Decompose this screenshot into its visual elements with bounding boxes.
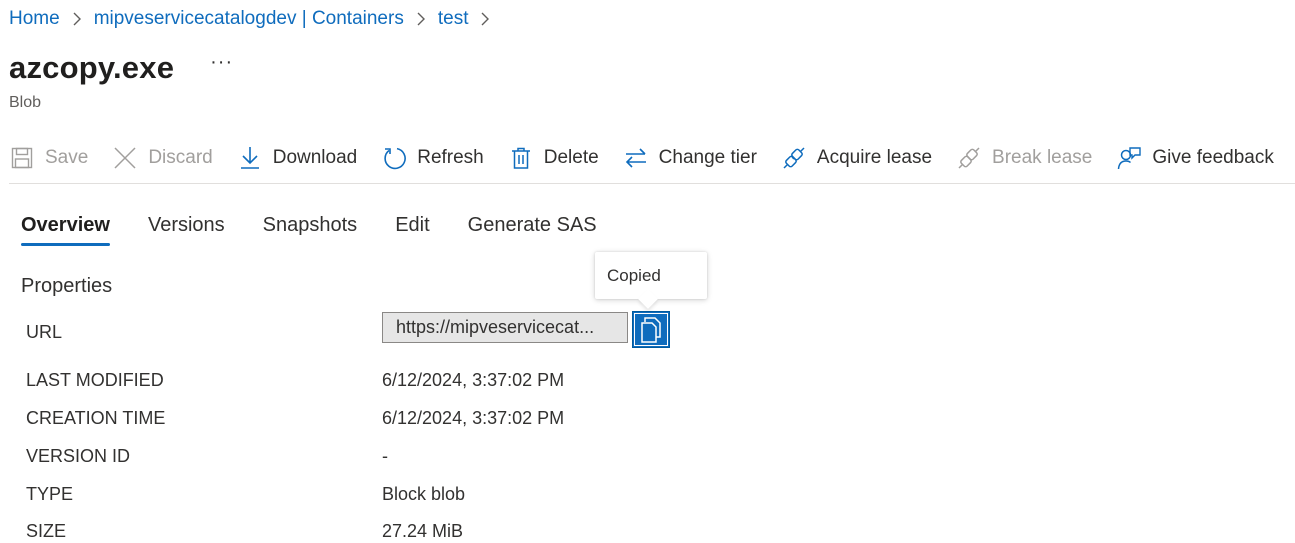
save-label: Save xyxy=(45,146,89,168)
download-button[interactable]: Download xyxy=(237,145,358,171)
tab-versions[interactable]: Versions xyxy=(148,214,225,246)
break-lease-button[interactable]: Break lease xyxy=(956,145,1092,171)
chevron-right-icon xyxy=(416,12,426,26)
trash-icon xyxy=(508,145,534,171)
type-value: Block blob xyxy=(382,484,466,504)
breadcrumb-home[interactable]: Home xyxy=(9,8,60,30)
last-modified-label: LAST MODIFIED xyxy=(26,370,164,390)
version-id-value: - xyxy=(382,446,388,466)
refresh-button[interactable]: Refresh xyxy=(381,145,484,171)
properties-heading: Properties xyxy=(21,275,113,297)
blob-overview-page: Home mipveservicecatalogdev | Containers… xyxy=(0,0,1295,543)
download-icon xyxy=(237,145,263,171)
tab-snapshots[interactable]: Snapshots xyxy=(263,214,358,246)
breadcrumb-test[interactable]: test xyxy=(438,8,469,30)
breadcrumb: Home mipveservicecatalogdev | Containers… xyxy=(9,8,502,30)
size-value: 27.24 MiB xyxy=(382,521,464,541)
command-bar: Save Discard Download Refresh Delete Cha… xyxy=(9,140,1295,184)
title-row: azcopy.exe ··· xyxy=(9,50,233,86)
acquire-lease-button[interactable]: Acquire lease xyxy=(781,145,932,171)
breadcrumb-containers[interactable]: mipveservicecatalogdev | Containers xyxy=(94,8,404,30)
save-button[interactable]: Save xyxy=(9,145,88,171)
size-label: SIZE xyxy=(26,521,67,541)
discard-label: Discard xyxy=(148,146,213,168)
copy-to-clipboard-button[interactable] xyxy=(632,311,670,348)
swap-arrows-icon xyxy=(623,145,649,171)
tab-bar: Overview Versions Snapshots Edit Generat… xyxy=(21,214,635,246)
copy-icon xyxy=(640,316,662,343)
change-tier-button[interactable]: Change tier xyxy=(623,145,757,171)
copied-tooltip: Copied xyxy=(595,252,707,299)
url-label: URL xyxy=(26,322,63,342)
more-options-button[interactable]: ··· xyxy=(210,51,233,74)
type-label: TYPE xyxy=(26,484,74,504)
save-icon xyxy=(9,145,35,171)
creation-time-label: CREATION TIME xyxy=(26,408,166,428)
creation-time-value: 6/12/2024, 3:37:02 PM xyxy=(382,408,565,428)
broken-link-icon xyxy=(956,145,982,171)
refresh-label: Refresh xyxy=(417,146,484,168)
tab-generate-sas[interactable]: Generate SAS xyxy=(468,214,597,246)
delete-label: Delete xyxy=(543,146,599,168)
page-subtitle: Blob xyxy=(9,94,42,111)
version-id-label: VERSION ID xyxy=(26,446,131,466)
link-plug-icon xyxy=(781,145,807,171)
tab-edit[interactable]: Edit xyxy=(395,214,429,246)
give-feedback-button[interactable]: Give feedback xyxy=(1116,145,1274,171)
break-lease-label: Break lease xyxy=(992,146,1093,168)
delete-button[interactable]: Delete xyxy=(508,145,599,171)
refresh-icon xyxy=(381,145,407,171)
acquire-lease-label: Acquire lease xyxy=(816,146,933,168)
tab-overview[interactable]: Overview xyxy=(21,214,110,246)
url-field[interactable]: https://mipveservicecat... xyxy=(382,312,628,343)
feedback-person-icon xyxy=(1116,145,1142,171)
close-icon xyxy=(112,145,138,171)
discard-button[interactable]: Discard xyxy=(112,145,213,171)
give-feedback-label: Give feedback xyxy=(1152,146,1274,168)
chevron-right-icon xyxy=(72,12,82,26)
chevron-right-icon xyxy=(480,12,490,26)
last-modified-value: 6/12/2024, 3:37:02 PM xyxy=(382,370,565,390)
download-label: Download xyxy=(272,146,358,168)
page-title: azcopy.exe xyxy=(9,50,175,85)
change-tier-label: Change tier xyxy=(658,146,757,168)
